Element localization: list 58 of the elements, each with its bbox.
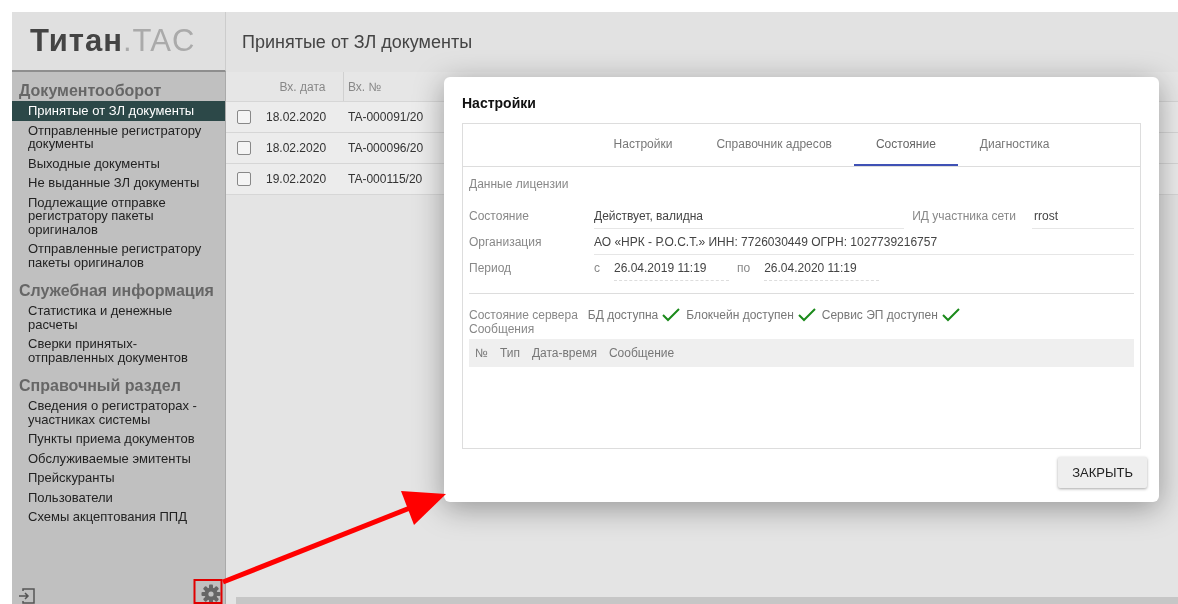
date-field: 26.04.2020 11:19 <box>764 255 880 281</box>
field-label: Состояние <box>469 209 530 223</box>
checkbox[interactable] <box>237 110 251 124</box>
highlight-frame <box>193 579 223 604</box>
close-button[interactable]: ЗАКРЫТЬ <box>1058 457 1147 488</box>
scrollbar[interactable] <box>236 597 1178 604</box>
table-cell-text: 18.02.2020 <box>265 140 328 157</box>
section-title: Служебная информация <box>18 282 215 301</box>
section-label: Данные лицензии <box>469 177 570 191</box>
field-label: Период <box>469 261 513 275</box>
period-prefix: с <box>594 261 600 275</box>
period-prefix: по <box>737 261 751 275</box>
checkbox[interactable] <box>237 141 251 155</box>
sidebar-item[interactable]: Пользователи <box>12 487 225 507</box>
sidebar-item[interactable]: Принятые от ЗЛ документы <box>12 101 225 121</box>
table-cell-text: 18.02.2020 <box>265 109 328 126</box>
column-header[interactable]: Тип <box>499 346 520 360</box>
sidebar-item[interactable]: Обслуживаемые эмитенты <box>12 448 225 468</box>
checkbox[interactable] <box>237 172 251 186</box>
service-status: Сервис ЭП доступен <box>821 308 938 322</box>
status-field: Действует, валидна <box>594 203 905 229</box>
column-header[interactable]: Дата-время <box>531 346 597 360</box>
date-field: 26.04.2019 11:19 <box>614 255 729 281</box>
sidebar-item[interactable]: Отправленные регистратору документы <box>12 120 225 154</box>
table-cell-text: TA-000096/20 <box>347 141 424 155</box>
tab[interactable]: Диагностика <box>957 124 1072 166</box>
column-header[interactable]: Сообщение <box>608 346 675 360</box>
dialog-title: Настройки <box>462 95 537 111</box>
table-cell-text: TA-000115/20 <box>347 172 423 186</box>
tab[interactable]: Справочник адресов <box>694 124 854 166</box>
sidebar-item[interactable]: Схемы акцептования ППД <box>12 507 225 527</box>
sidebar-item[interactable]: Сведения о регистраторах - участниках системы <box>12 396 225 429</box>
field-label: ИД участника сети <box>912 209 1016 223</box>
table-cell-text: TA-000091/20 <box>347 110 424 124</box>
settings-icon[interactable] <box>201 584 221 604</box>
tab[interactable]: Настройки <box>591 124 695 166</box>
tab[interactable]: Состояние <box>853 124 958 166</box>
sidebar-item[interactable]: Не выданные ЗЛ документы <box>12 173 225 193</box>
page-title: Принятые от ЗЛ документы <box>242 31 473 53</box>
field-label: Организация <box>469 235 543 249</box>
section-label: Сообщения <box>469 322 536 336</box>
organization-field: АО «НРК - Р.О.С.Т.» ИНН: 7726030449 ОГРН: 1027739216757 <box>594 229 1134 255</box>
sidebar-item[interactable]: Выходные документы <box>12 153 225 173</box>
sidebar-item[interactable]: Прейскуранты <box>12 468 225 488</box>
sidebar-item[interactable]: Пункты приема документов <box>12 429 225 449</box>
field-label: Состояние сервера <box>469 308 578 322</box>
network-id-field: rrost <box>1032 203 1134 229</box>
exit-icon[interactable] <box>18 588 36 604</box>
sidebar-item[interactable]: Статистика и денежные расчеты <box>12 301 225 334</box>
table-cell-text: 19.02.2020 <box>265 171 328 188</box>
section-title: Документооборот <box>18 82 163 101</box>
service-status: Блокчейн доступен <box>686 308 794 322</box>
sidebar-item[interactable]: Подлежащие отправке регистратору пакеты оригиналов <box>12 192 225 239</box>
sidebar-item[interactable]: Отправленные регистратору пакеты оригиналов <box>12 239 225 272</box>
service-status: БД доступна <box>587 308 659 322</box>
section-title: Справочный раздел <box>18 377 182 396</box>
sidebar-item[interactable]: Сверки принятых-отправленных документов <box>12 334 225 367</box>
column-header[interactable]: № <box>475 346 488 360</box>
